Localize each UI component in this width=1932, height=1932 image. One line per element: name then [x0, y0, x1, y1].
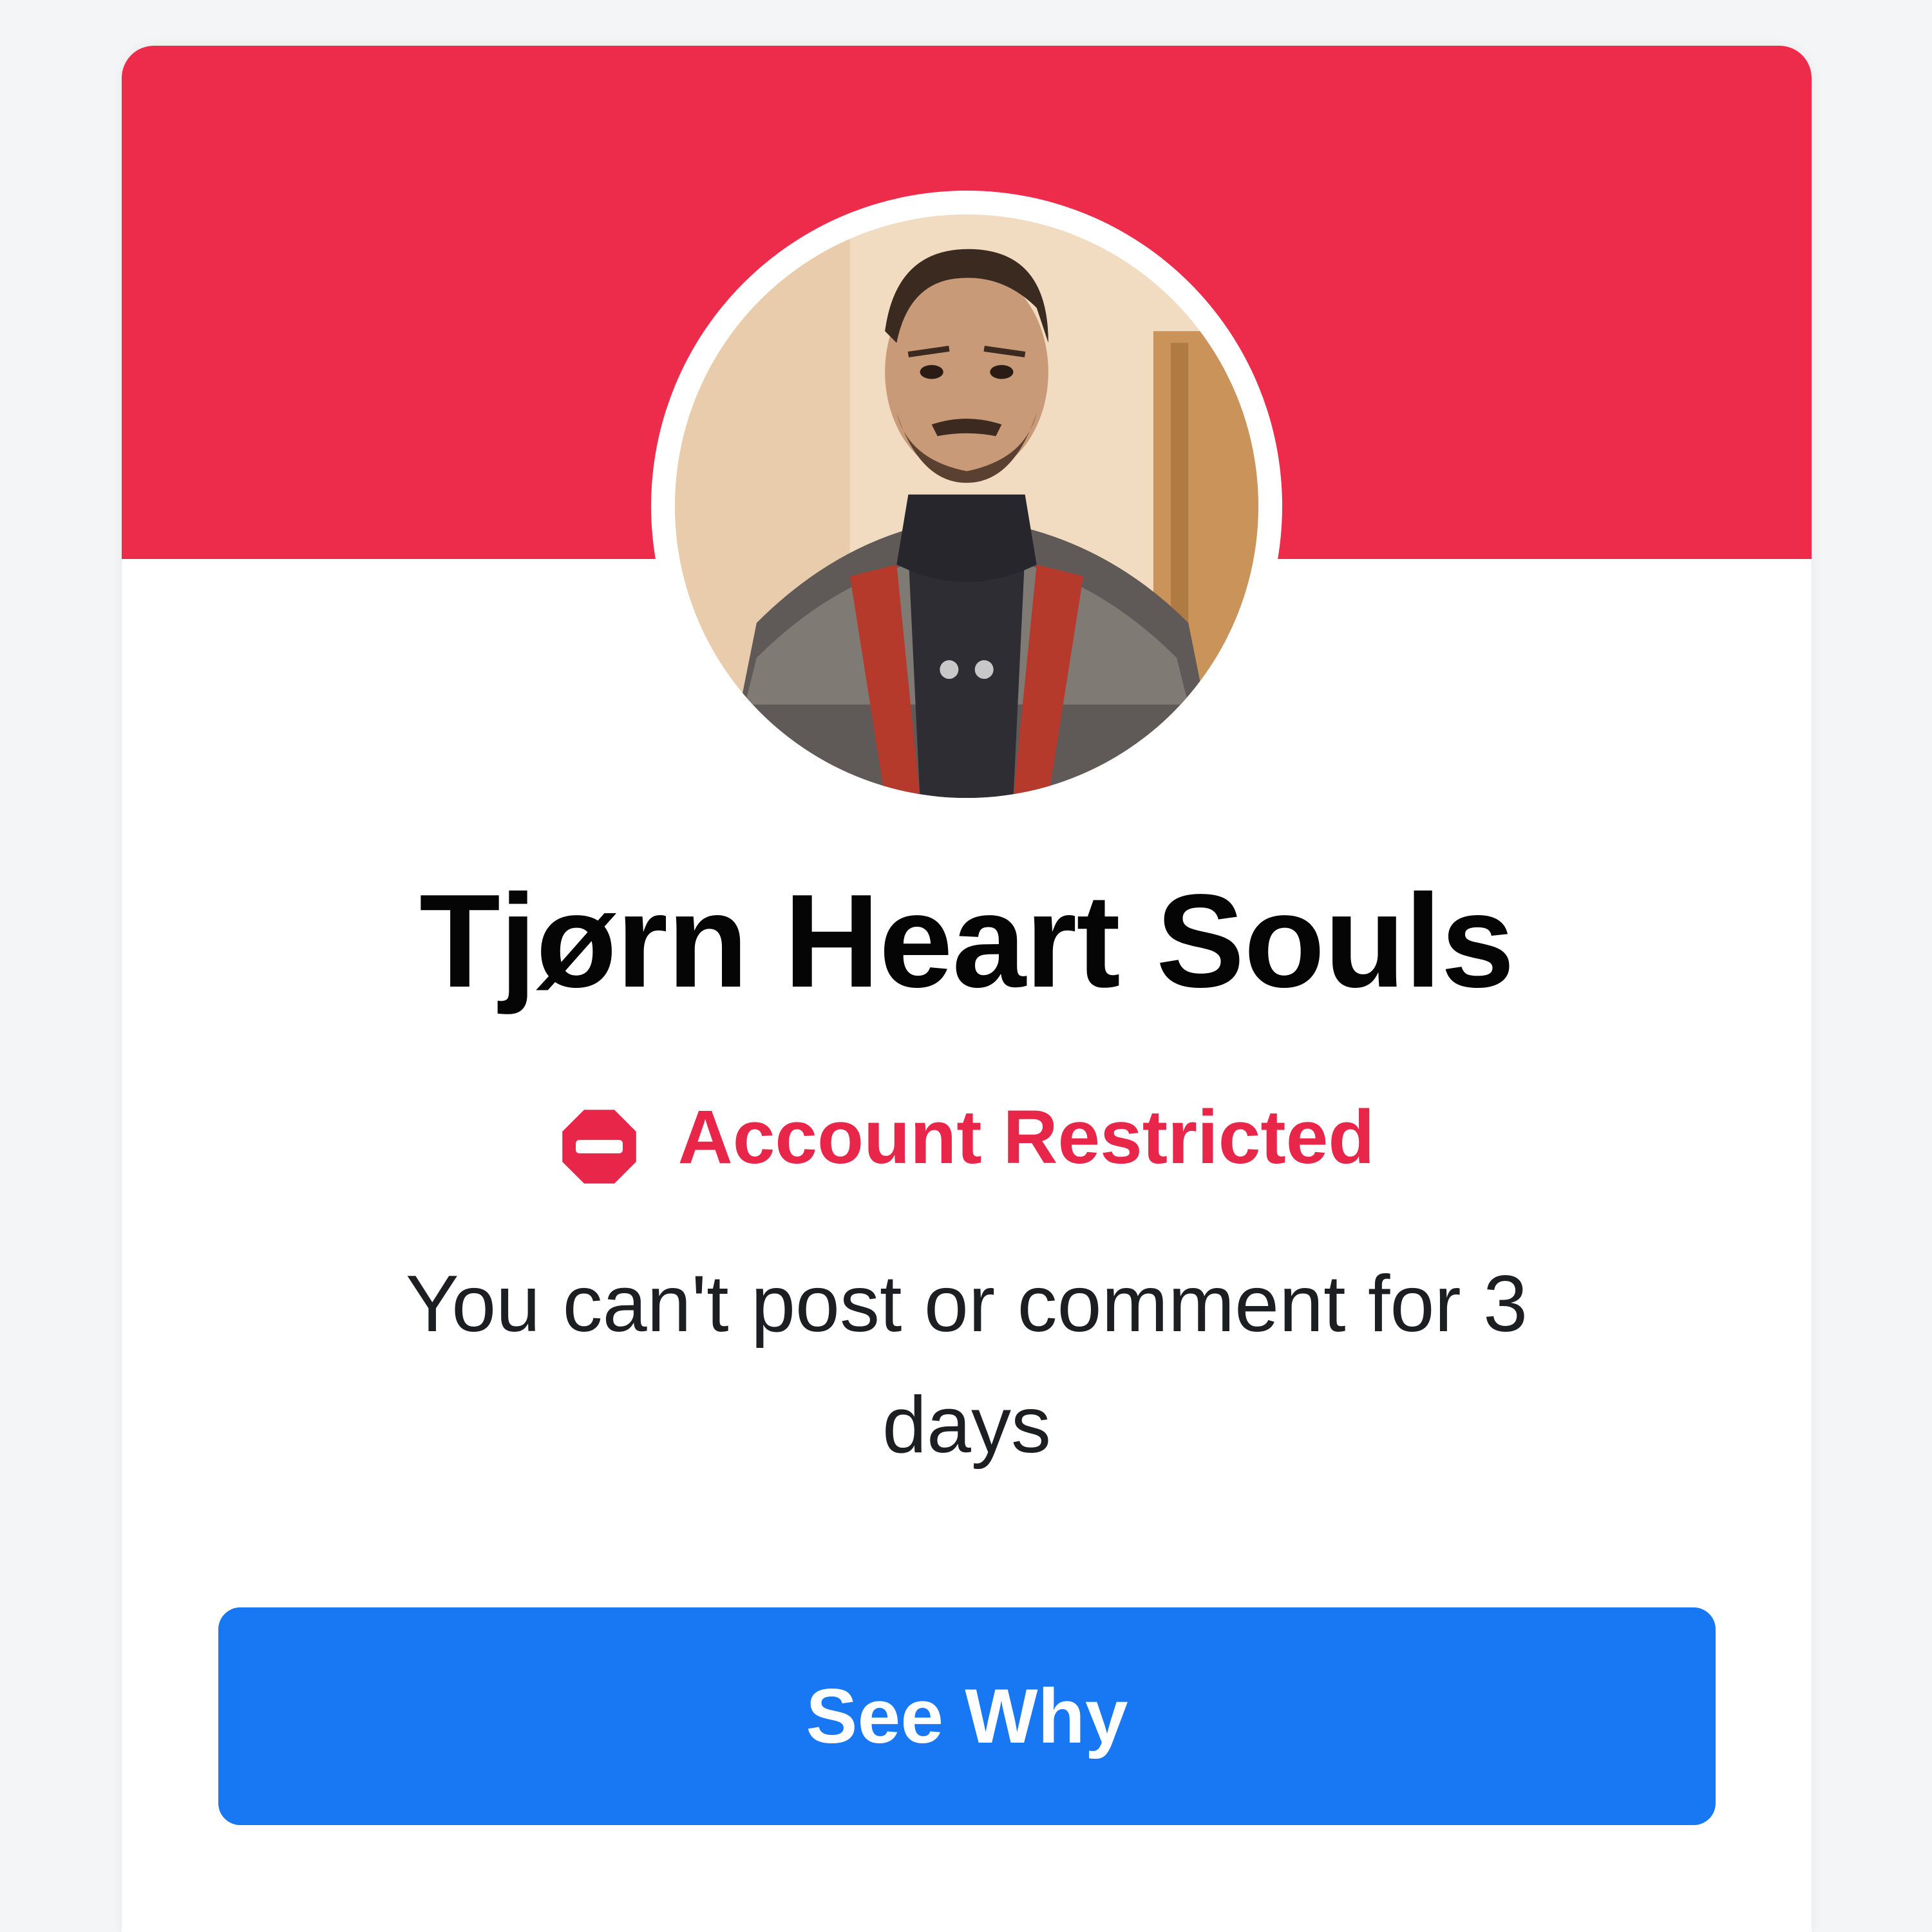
restriction-card: Tjørn Heart Souls Account Restricted You… — [122, 46, 1812, 1932]
restriction-message: You can't post or comment for 3 days — [405, 1260, 1528, 1470]
see-why-button[interactable]: See Why — [218, 1607, 1716, 1825]
avatar-photo — [675, 214, 1258, 798]
account-status: Account Restricted — [122, 1076, 1812, 1198]
avatar[interactable] — [675, 214, 1258, 798]
status-label: Account Restricted — [677, 1095, 1375, 1180]
see-why-label: See Why — [806, 1673, 1128, 1759]
profile-name: Tjørn Heart Souls — [419, 867, 1515, 1015]
no-entry-icon — [562, 1109, 636, 1184]
